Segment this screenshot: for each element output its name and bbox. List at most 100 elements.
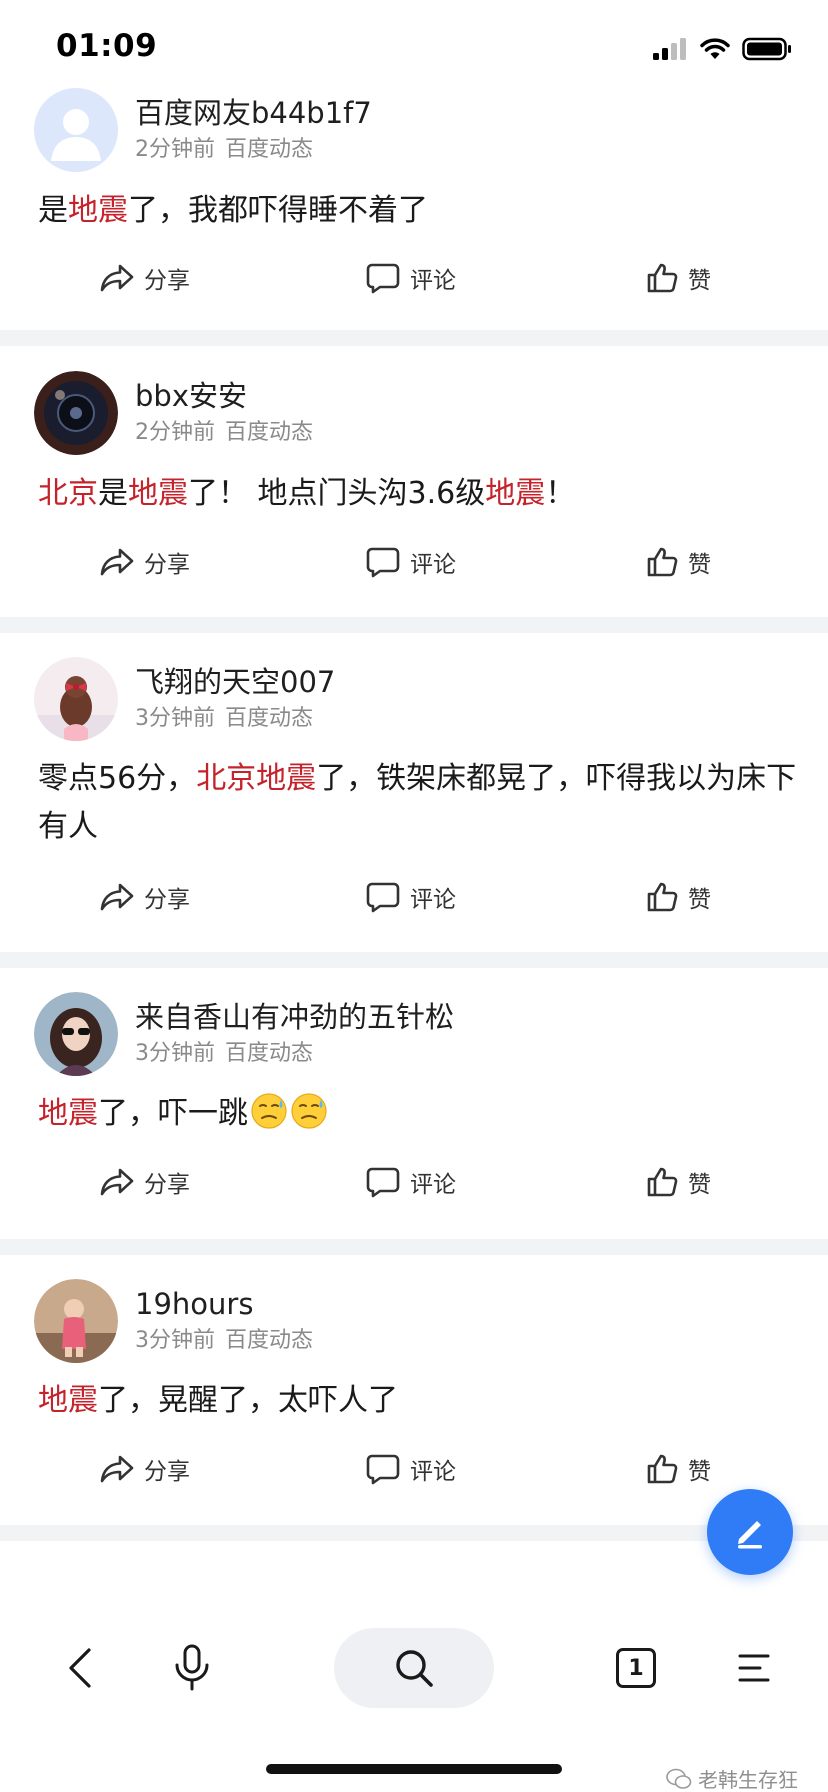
share-button[interactable]: 分享 [100, 875, 190, 919]
comment-button[interactable]: 评论 [366, 875, 456, 919]
post-card[interactable]: 来自香山有冲劲的五针松 3分钟前 百度动态 地震了，吓一跳 分享 评论 赞 [0, 968, 828, 1239]
thumbs-up-icon [647, 882, 678, 912]
share-button[interactable]: 分享 [100, 1447, 190, 1491]
comment-icon [366, 1454, 400, 1485]
sweat-smile-emoji-icon [251, 1093, 287, 1129]
username[interactable]: bbx安安 [135, 377, 313, 415]
comment-button[interactable]: 评论 [366, 540, 456, 584]
share-icon [100, 548, 134, 576]
highlight-keyword: 地震 [485, 476, 546, 511]
avatar[interactable] [34, 88, 118, 172]
post-header: 19hours 3分钟前 百度动态 [34, 1279, 313, 1363]
post-content[interactable]: 北京是地震了！ 地点门头沟3.6级地震！ [38, 470, 798, 518]
post-time: 2分钟前 [135, 137, 215, 162]
pen-icon [738, 1521, 762, 1549]
comment-button[interactable]: 评论 [366, 1160, 456, 1204]
post-meta: 19hours 3分钟前 百度动态 [135, 1285, 313, 1357]
back-button[interactable] [50, 1628, 110, 1708]
menu-button[interactable] [724, 1628, 784, 1708]
avatar[interactable] [34, 992, 118, 1076]
post-content[interactable]: 是地震了，我都吓得睡不着了 [38, 187, 798, 235]
like-button[interactable]: 赞 [646, 875, 711, 919]
post-card[interactable]: 19hours 3分钟前 百度动态 地震了，晃醒了，太吓人了 分享 评论 赞 [0, 1255, 828, 1525]
post-subline: 3分钟前 百度动态 [135, 1038, 454, 1070]
action-bar: 分享 评论 赞 [0, 256, 828, 300]
action-bar: 分享 评论 赞 [0, 1447, 828, 1491]
post-text: 零点56分， [38, 761, 197, 796]
like-label: 赞 [688, 1172, 711, 1198]
username[interactable]: 19hours [135, 1285, 313, 1323]
post-meta: bbx安安 2分钟前 百度动态 [135, 377, 313, 449]
comment-button[interactable]: 评论 [366, 256, 456, 300]
post-header: 百度网友b44b1f7 2分钟前 百度动态 [34, 88, 372, 172]
username[interactable]: 飞翔的天空007 [135, 663, 335, 701]
voice-button[interactable] [162, 1628, 222, 1708]
post-content[interactable]: 零点56分，北京地震了，铁架床都晃了，吓得我以为床下有人 [38, 755, 798, 851]
compose-button[interactable] [707, 1489, 793, 1575]
comment-icon [366, 882, 400, 913]
tabs-button[interactable]: 1 [608, 1628, 664, 1708]
post-subline: 2分钟前 百度动态 [135, 417, 313, 449]
wifi-icon [700, 38, 730, 59]
comment-icon [366, 547, 400, 578]
comment-label: 评论 [410, 268, 456, 294]
share-button[interactable]: 分享 [100, 1160, 190, 1204]
status-time: 01:09 [56, 28, 158, 64]
home-indicator [266, 1764, 562, 1774]
share-icon [100, 1168, 134, 1196]
divider [0, 952, 828, 968]
search-icon [396, 1650, 433, 1687]
share-label: 分享 [144, 1172, 190, 1198]
share-label: 分享 [144, 552, 190, 578]
like-button[interactable]: 赞 [646, 1447, 711, 1491]
highlight-keyword: 地震 [68, 193, 128, 228]
search-button[interactable] [334, 1628, 494, 1708]
back-icon [69, 1648, 91, 1688]
divider [0, 617, 828, 633]
post-subline: 2分钟前 百度动态 [135, 134, 372, 166]
post-text: 了，晃醒了，太吓人了 [98, 1383, 398, 1418]
avatar[interactable] [34, 657, 118, 741]
share-button[interactable]: 分享 [100, 540, 190, 584]
like-label: 赞 [688, 552, 711, 578]
share-label: 分享 [144, 268, 190, 294]
avatar[interactable] [34, 371, 118, 455]
username[interactable]: 来自香山有冲劲的五针松 [135, 998, 454, 1036]
comment-label: 评论 [410, 1459, 456, 1485]
divider [0, 330, 828, 346]
thumbs-up-icon [647, 1167, 678, 1197]
thumbs-up-icon [647, 547, 678, 577]
thumbs-up-icon [647, 263, 678, 293]
post-text: ！ [545, 476, 576, 511]
post-card[interactable]: bbx安安 2分钟前 百度动态 北京是地震了！ 地点门头沟3.6级地震！ 分享 评… [0, 346, 828, 617]
menu-icon [738, 1654, 770, 1682]
share-button[interactable]: 分享 [100, 256, 190, 300]
post-header: 飞翔的天空007 3分钟前 百度动态 [34, 657, 335, 741]
post-card[interactable]: 飞翔的天空007 3分钟前 百度动态 零点56分，北京地震了，铁架床都晃了，吓得我… [0, 633, 828, 952]
post-content[interactable]: 地震了，吓一跳 [38, 1090, 798, 1138]
post-source: 百度动态 [225, 1328, 314, 1353]
share-icon [100, 264, 134, 292]
like-button[interactable]: 赞 [646, 1160, 711, 1204]
thumbs-up-icon [647, 1454, 678, 1484]
post-header: 来自香山有冲劲的五针松 3分钟前 百度动态 [34, 992, 454, 1076]
comment-button[interactable]: 评论 [366, 1447, 456, 1491]
post-time: 2分钟前 [135, 420, 215, 445]
signal-icon [653, 38, 686, 60]
post-content[interactable]: 地震了，晃醒了，太吓人了 [38, 1377, 798, 1425]
wechat-icon [666, 1768, 692, 1789]
like-button[interactable]: 赞 [646, 256, 711, 300]
like-label: 赞 [688, 1459, 711, 1485]
post-subline: 3分钟前 百度动态 [135, 703, 335, 735]
post-meta: 百度网友b44b1f7 2分钟前 百度动态 [135, 94, 372, 166]
username[interactable]: 百度网友b44b1f7 [135, 94, 372, 132]
like-button[interactable]: 赞 [646, 540, 711, 584]
avatar[interactable] [34, 1279, 118, 1363]
post-text: 了！ 地点门头沟3.6级 [188, 476, 486, 511]
highlight-keyword: 地震 [38, 1383, 98, 1418]
post-card[interactable]: 百度网友b44b1f7 2分钟前 百度动态 是地震了，我都吓得睡不着了 分享 评论… [0, 80, 828, 330]
comment-label: 评论 [410, 1172, 456, 1198]
share-label: 分享 [144, 1459, 190, 1485]
comment-icon [366, 263, 400, 294]
feed: 百度网友b44b1f7 2分钟前 百度动态 是地震了，我都吓得睡不着了 分享 评论… [0, 80, 828, 1541]
